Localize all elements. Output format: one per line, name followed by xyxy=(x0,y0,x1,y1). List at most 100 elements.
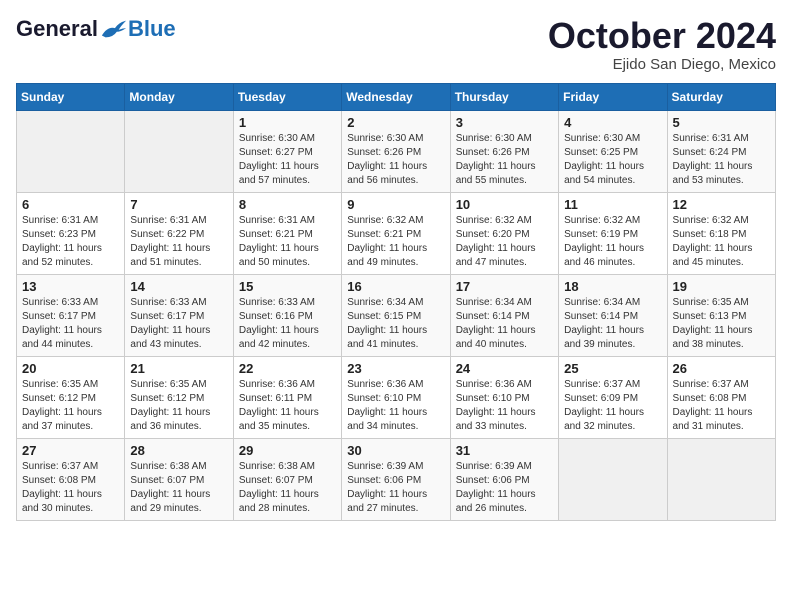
calendar-cell: 13 Sunrise: 6:33 AM Sunset: 6:17 PM Dayli… xyxy=(17,274,125,356)
day-number: 11 xyxy=(564,197,661,212)
day-info: Sunrise: 6:30 AM Sunset: 6:25 PM Dayligh… xyxy=(564,132,661,188)
day-number: 2 xyxy=(347,115,444,130)
day-info: Sunrise: 6:34 AM Sunset: 6:14 PM Dayligh… xyxy=(456,296,553,352)
day-info: Sunrise: 6:31 AM Sunset: 6:24 PM Dayligh… xyxy=(673,132,770,188)
logo-bird-icon xyxy=(100,18,128,40)
day-number: 13 xyxy=(22,279,119,294)
calendar-cell xyxy=(125,110,233,192)
day-info: Sunrise: 6:38 AM Sunset: 6:07 PM Dayligh… xyxy=(239,460,336,516)
calendar-cell xyxy=(17,110,125,192)
calendar-cell: 24Sunrise: 6:36 AM Sunset: 6:10 PM Dayli… xyxy=(450,356,558,438)
calendar-cell: 30Sunrise: 6:39 AM Sunset: 6:06 PM Dayli… xyxy=(342,438,450,520)
calendar-cell: 31Sunrise: 6:39 AM Sunset: 6:06 PM Dayli… xyxy=(450,438,558,520)
day-number: 29 xyxy=(239,443,336,458)
calendar-cell: 11 Sunrise: 6:32 AM Sunset: 6:19 PM Dayli… xyxy=(559,192,667,274)
day-number: 21 xyxy=(130,361,227,376)
calendar-cell: 9 Sunrise: 6:32 AM Sunset: 6:21 PM Daylig… xyxy=(342,192,450,274)
calendar-cell: 2Sunrise: 6:30 AM Sunset: 6:26 PM Daylig… xyxy=(342,110,450,192)
logo: General Blue xyxy=(16,16,176,42)
day-number: 24 xyxy=(456,361,553,376)
calendar-cell: 6 Sunrise: 6:31 AM Sunset: 6:23 PM Daylig… xyxy=(17,192,125,274)
day-number: 9 xyxy=(347,197,444,212)
day-info: Sunrise: 6:36 AM Sunset: 6:11 PM Dayligh… xyxy=(239,378,336,434)
day-info: Sunrise: 6:33 AM Sunset: 6:17 PM Dayligh… xyxy=(22,296,119,352)
calendar-week-row: 13 Sunrise: 6:33 AM Sunset: 6:17 PM Dayli… xyxy=(17,274,776,356)
calendar-cell: 10Sunrise: 6:32 AM Sunset: 6:20 PM Dayli… xyxy=(450,192,558,274)
day-info: Sunrise: 6:31 AM Sunset: 6:21 PM Dayligh… xyxy=(239,214,336,270)
calendar-cell: 22 Sunrise: 6:36 AM Sunset: 6:11 PM Dayli… xyxy=(233,356,341,438)
calendar-cell: 19 Sunrise: 6:35 AM Sunset: 6:13 PM Dayli… xyxy=(667,274,775,356)
day-info: Sunrise: 6:37 AM Sunset: 6:08 PM Dayligh… xyxy=(22,460,119,516)
day-info: Sunrise: 6:37 AM Sunset: 6:08 PM Dayligh… xyxy=(673,378,770,434)
calendar-cell: 1 Sunrise: 6:30 AM Sunset: 6:27 PM Daylig… xyxy=(233,110,341,192)
calendar-cell: 27 Sunrise: 6:37 AM Sunset: 6:08 PM Dayli… xyxy=(17,438,125,520)
day-info: Sunrise: 6:32 AM Sunset: 6:21 PM Dayligh… xyxy=(347,214,444,270)
location: Ejido San Diego, Mexico xyxy=(548,56,776,73)
day-number: 27 xyxy=(22,443,119,458)
day-number: 4 xyxy=(564,115,661,130)
day-number: 12 xyxy=(673,197,770,212)
day-number: 25 xyxy=(564,361,661,376)
calendar-cell: 15 Sunrise: 6:33 AM Sunset: 6:16 PM Dayli… xyxy=(233,274,341,356)
weekday-header-monday: Monday xyxy=(125,83,233,110)
day-number: 18 xyxy=(564,279,661,294)
logo-general: General xyxy=(16,16,98,42)
day-info: Sunrise: 6:30 AM Sunset: 6:26 PM Dayligh… xyxy=(456,132,553,188)
day-info: Sunrise: 6:32 AM Sunset: 6:19 PM Dayligh… xyxy=(564,214,661,270)
calendar-cell: 14Sunrise: 6:33 AM Sunset: 6:17 PM Dayli… xyxy=(125,274,233,356)
calendar-cell: 23Sunrise: 6:36 AM Sunset: 6:10 PM Dayli… xyxy=(342,356,450,438)
calendar-week-row: 27 Sunrise: 6:37 AM Sunset: 6:08 PM Dayli… xyxy=(17,438,776,520)
calendar-cell: 5 Sunrise: 6:31 AM Sunset: 6:24 PM Daylig… xyxy=(667,110,775,192)
weekday-header-row: SundayMondayTuesdayWednesdayThursdayFrid… xyxy=(17,83,776,110)
calendar-cell: 4 Sunrise: 6:30 AM Sunset: 6:25 PM Daylig… xyxy=(559,110,667,192)
day-info: Sunrise: 6:38 AM Sunset: 6:07 PM Dayligh… xyxy=(130,460,227,516)
day-number: 20 xyxy=(22,361,119,376)
calendar-cell: 21 Sunrise: 6:35 AM Sunset: 6:12 PM Dayli… xyxy=(125,356,233,438)
month-title: October 2024 xyxy=(548,16,776,56)
weekday-header-wednesday: Wednesday xyxy=(342,83,450,110)
day-info: Sunrise: 6:34 AM Sunset: 6:14 PM Dayligh… xyxy=(564,296,661,352)
day-number: 31 xyxy=(456,443,553,458)
calendar-cell: 29 Sunrise: 6:38 AM Sunset: 6:07 PM Dayli… xyxy=(233,438,341,520)
calendar-cell: 12 Sunrise: 6:32 AM Sunset: 6:18 PM Dayli… xyxy=(667,192,775,274)
calendar-week-row: 20 Sunrise: 6:35 AM Sunset: 6:12 PM Dayli… xyxy=(17,356,776,438)
day-number: 16 xyxy=(347,279,444,294)
calendar-cell xyxy=(559,438,667,520)
logo-blue: Blue xyxy=(128,16,176,42)
day-number: 22 xyxy=(239,361,336,376)
calendar-table: SundayMondayTuesdayWednesdayThursdayFrid… xyxy=(16,83,776,521)
day-number: 26 xyxy=(673,361,770,376)
day-number: 6 xyxy=(22,197,119,212)
day-info: Sunrise: 6:33 AM Sunset: 6:16 PM Dayligh… xyxy=(239,296,336,352)
calendar-cell: 8 Sunrise: 6:31 AM Sunset: 6:21 PM Daylig… xyxy=(233,192,341,274)
day-info: Sunrise: 6:35 AM Sunset: 6:12 PM Dayligh… xyxy=(22,378,119,434)
day-info: Sunrise: 6:37 AM Sunset: 6:09 PM Dayligh… xyxy=(564,378,661,434)
calendar-cell: 25 Sunrise: 6:37 AM Sunset: 6:09 PM Dayli… xyxy=(559,356,667,438)
day-number: 10 xyxy=(456,197,553,212)
title-area: October 2024 Ejido San Diego, Mexico xyxy=(548,16,776,73)
day-info: Sunrise: 6:36 AM Sunset: 6:10 PM Dayligh… xyxy=(347,378,444,434)
day-number: 8 xyxy=(239,197,336,212)
calendar-cell: 20 Sunrise: 6:35 AM Sunset: 6:12 PM Dayli… xyxy=(17,356,125,438)
weekday-header-saturday: Saturday xyxy=(667,83,775,110)
day-number: 15 xyxy=(239,279,336,294)
day-info: Sunrise: 6:31 AM Sunset: 6:23 PM Dayligh… xyxy=(22,214,119,270)
day-number: 3 xyxy=(456,115,553,130)
weekday-header-thursday: Thursday xyxy=(450,83,558,110)
day-number: 28 xyxy=(130,443,227,458)
weekday-header-sunday: Sunday xyxy=(17,83,125,110)
day-info: Sunrise: 6:35 AM Sunset: 6:13 PM Dayligh… xyxy=(673,296,770,352)
day-info: Sunrise: 6:32 AM Sunset: 6:18 PM Dayligh… xyxy=(673,214,770,270)
day-number: 17 xyxy=(456,279,553,294)
day-number: 19 xyxy=(673,279,770,294)
calendar-cell: 18 Sunrise: 6:34 AM Sunset: 6:14 PM Dayli… xyxy=(559,274,667,356)
day-number: 7 xyxy=(130,197,227,212)
calendar-cell: 16 Sunrise: 6:34 AM Sunset: 6:15 PM Dayli… xyxy=(342,274,450,356)
calendar-week-row: 1 Sunrise: 6:30 AM Sunset: 6:27 PM Daylig… xyxy=(17,110,776,192)
day-info: Sunrise: 6:34 AM Sunset: 6:15 PM Dayligh… xyxy=(347,296,444,352)
day-number: 5 xyxy=(673,115,770,130)
day-number: 1 xyxy=(239,115,336,130)
calendar-cell: 26 Sunrise: 6:37 AM Sunset: 6:08 PM Dayli… xyxy=(667,356,775,438)
day-info: Sunrise: 6:30 AM Sunset: 6:27 PM Dayligh… xyxy=(239,132,336,188)
day-info: Sunrise: 6:35 AM Sunset: 6:12 PM Dayligh… xyxy=(130,378,227,434)
